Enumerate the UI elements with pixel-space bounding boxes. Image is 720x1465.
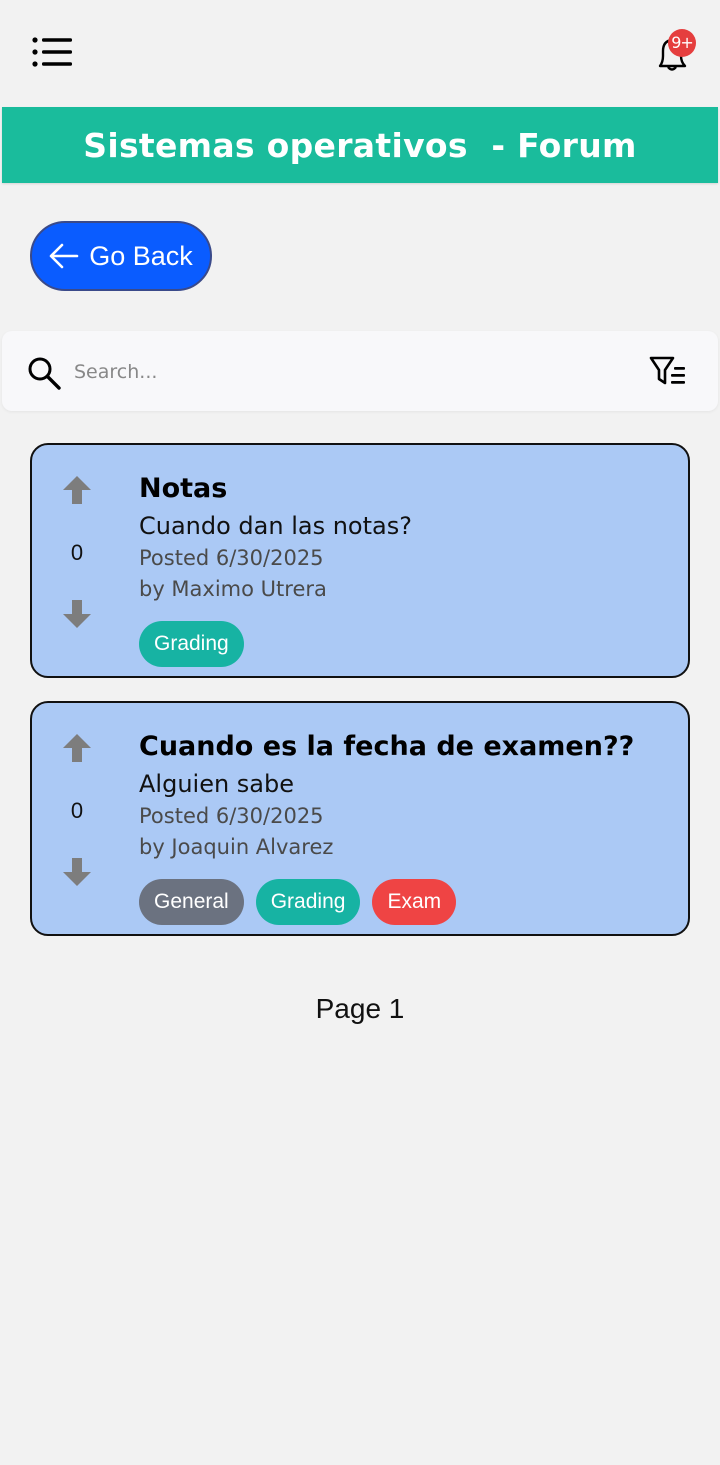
- page-indicator: Page 1: [315, 993, 405, 1024]
- post-card[interactable]: 0 Cuando es la fecha de examen?? Alguien…: [30, 701, 690, 936]
- list-menu-icon: [32, 37, 72, 67]
- post-card[interactable]: 0 Notas Cuando dan las notas? Posted 6/3…: [30, 443, 690, 678]
- tag-exam[interactable]: Exam: [372, 879, 457, 925]
- arrow-up-icon: [63, 734, 91, 762]
- tag-list: Grading: [139, 621, 244, 667]
- search-bar: [2, 331, 718, 411]
- post-title[interactable]: Notas: [139, 473, 227, 504]
- post-body: Alguien sabe: [139, 770, 295, 798]
- go-back-label: Go Back: [89, 240, 193, 271]
- search-icon: [28, 357, 61, 390]
- filter-button[interactable]: [648, 353, 688, 391]
- tag-grading[interactable]: Grading: [255, 879, 361, 925]
- arrow-up-icon: [63, 476, 91, 504]
- post-author: by Joaquin Alvarez: [139, 835, 334, 859]
- menu-button[interactable]: [30, 34, 74, 70]
- search-input[interactable]: [72, 351, 636, 393]
- vote-count: 0: [70, 540, 84, 565]
- post-author: by Maximo Utrera: [139, 577, 327, 601]
- downvote-button[interactable]: [60, 855, 94, 889]
- downvote-button[interactable]: [60, 597, 94, 631]
- post-date: Posted 6/30/2025: [139, 546, 324, 570]
- vote-count: 0: [70, 798, 84, 823]
- notification-badge: 9+: [668, 29, 696, 57]
- arrow-left-icon: [49, 243, 79, 269]
- tag-list: General Grading Exam: [139, 879, 457, 925]
- post-body: Cuando dan las notas?: [139, 512, 412, 540]
- page-title: Sistemas operativos - Forum: [83, 125, 637, 165]
- page-title-banner: Sistemas operativos - Forum: [2, 107, 718, 183]
- post-title[interactable]: Cuando es la fecha de examen??: [139, 731, 634, 762]
- arrow-down-icon: [63, 600, 91, 628]
- tag-grading[interactable]: Grading: [139, 621, 244, 667]
- go-back-button[interactable]: Go Back: [30, 221, 212, 291]
- upvote-button[interactable]: [60, 731, 94, 765]
- tag-general[interactable]: General: [139, 879, 244, 925]
- post-date: Posted 6/30/2025: [139, 804, 324, 828]
- filter-icon: [649, 356, 685, 385]
- top-bar: 9+: [0, 0, 720, 106]
- arrow-down-icon: [63, 858, 91, 886]
- upvote-button[interactable]: [60, 473, 94, 507]
